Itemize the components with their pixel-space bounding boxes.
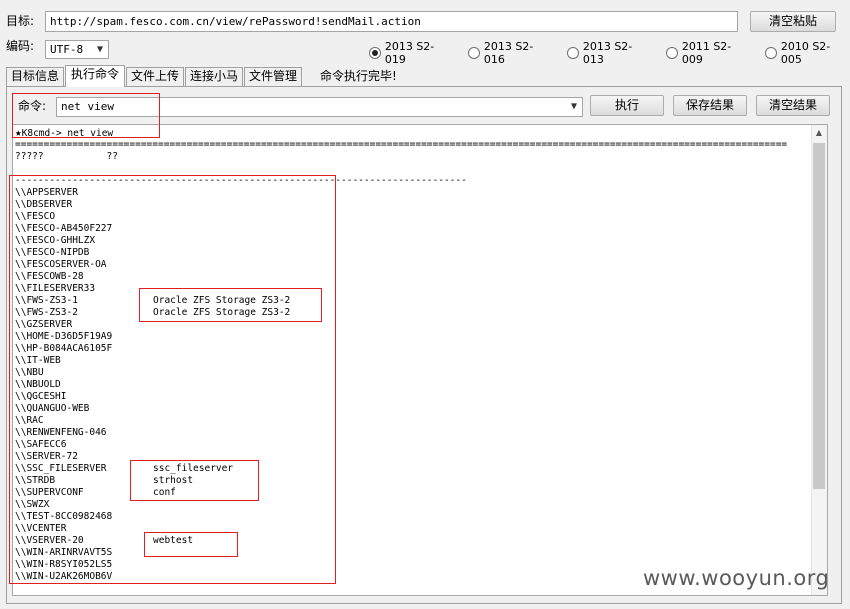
- annotation-command-box: [12, 93, 160, 138]
- exploit-radio-s2-005[interactable]: 2010 S2-005: [765, 40, 850, 66]
- encoding-label: 编码:: [6, 39, 35, 53]
- tab-connect-shell[interactable]: 连接小马: [185, 67, 243, 86]
- scroll-up-icon[interactable]: ▲: [811, 125, 827, 141]
- exploit-radio-s2-009[interactable]: 2011 S2-009: [666, 40, 751, 66]
- tab-execute-command[interactable]: 执行命令: [65, 65, 125, 87]
- annotation-ssc-box: [130, 460, 259, 501]
- target-label: 目标:: [6, 14, 35, 28]
- annotation-oracle-box: [139, 288, 322, 322]
- radio-unchecked-icon: [468, 47, 480, 59]
- radio-unchecked-icon: [567, 47, 579, 59]
- annotation-server-list-box: [9, 175, 336, 584]
- radio-checked-icon: [369, 47, 381, 59]
- target-url-input[interactable]: http://spam.fesco.com.cn/view/rePassword…: [45, 11, 738, 32]
- output-header: ????? ??: [15, 151, 118, 162]
- status-text: 命令执行完毕!: [320, 69, 397, 83]
- watermark: www.wooyun.org: [643, 566, 830, 590]
- exploit-radio-s2-013[interactable]: 2013 S2-013: [567, 40, 652, 66]
- execute-button[interactable]: 执行: [590, 95, 664, 116]
- exploit-radio-s2-016[interactable]: 2013 S2-016: [468, 40, 553, 66]
- radio-unchecked-icon: [666, 47, 678, 59]
- tab-file-manager[interactable]: 文件管理: [244, 67, 302, 86]
- exploit-radio-group: 2013 S2-019 2013 S2-016 2013 S2-013 2011…: [369, 40, 850, 66]
- output-scrollbar[interactable]: ▲: [811, 125, 827, 595]
- radio-unchecked-icon: [765, 47, 777, 59]
- save-result-button[interactable]: 保存结果: [673, 95, 747, 116]
- tab-target-info[interactable]: 目标信息: [6, 67, 64, 86]
- clear-result-button[interactable]: 清空结果: [756, 95, 830, 116]
- encoding-select[interactable]: UTF-8 ▼: [45, 40, 109, 59]
- scrollbar-thumb[interactable]: [813, 143, 825, 489]
- encoding-value: UTF-8: [50, 43, 84, 56]
- output-rule: ========================================…: [15, 139, 788, 150]
- exploit-radio-s2-019[interactable]: 2013 S2-019: [369, 40, 454, 66]
- chevron-down-icon: ▼: [96, 44, 104, 55]
- chevron-down-icon: ▼: [570, 101, 578, 112]
- clear-paste-button[interactable]: 清空粘贴: [750, 11, 836, 32]
- tab-file-upload[interactable]: 文件上传: [126, 67, 184, 86]
- annotation-webtest-box: [144, 532, 238, 557]
